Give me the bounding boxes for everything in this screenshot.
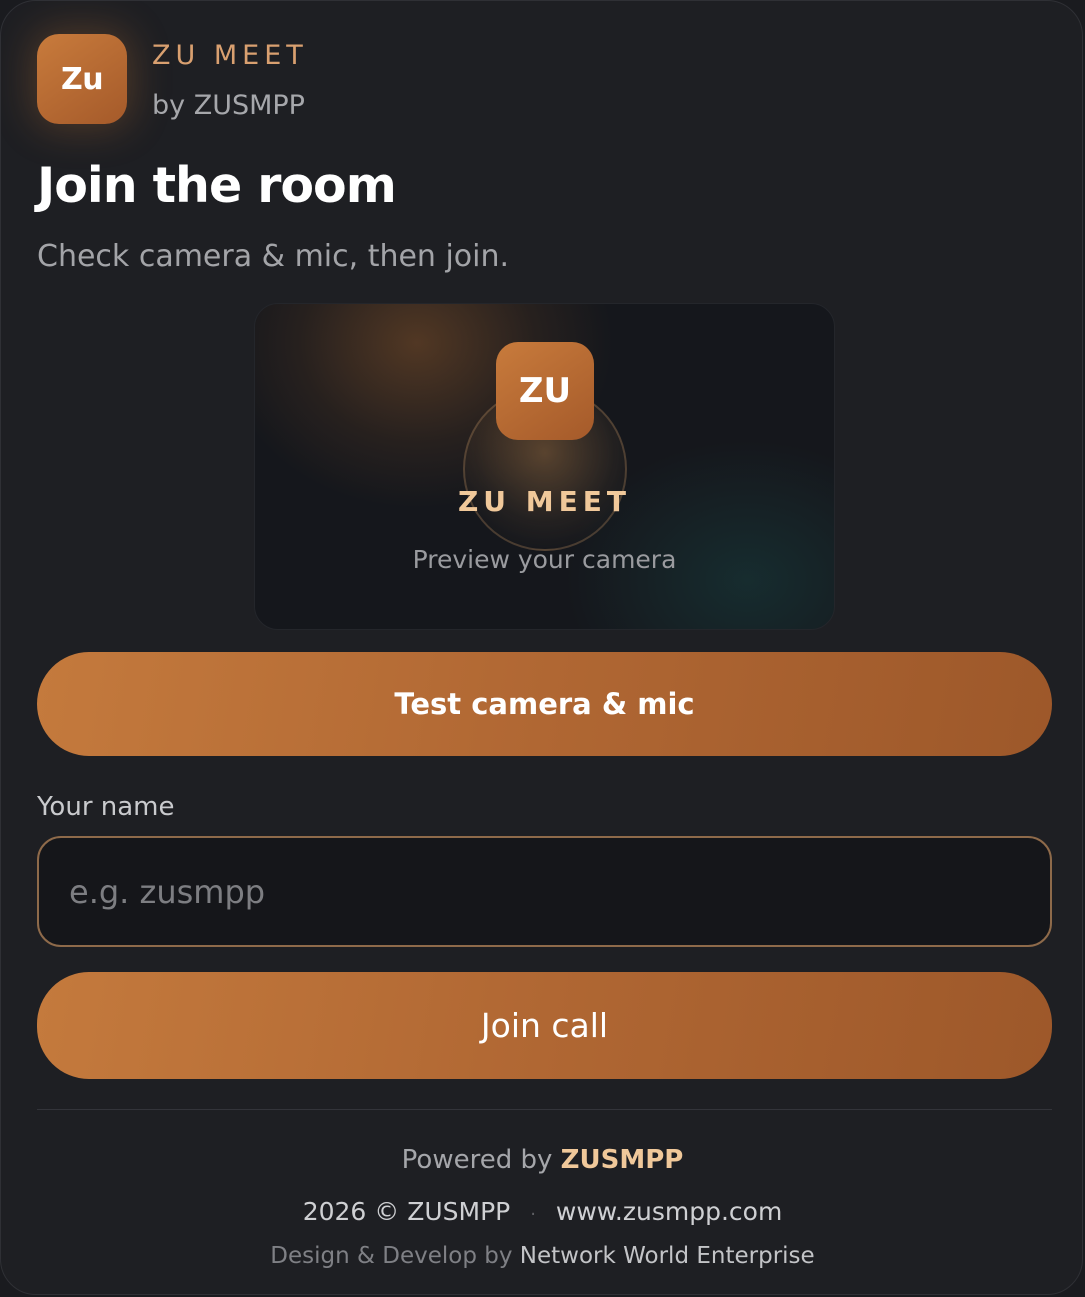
powered-by: Powered by ZUSMPP [1,1141,1082,1179]
brand-logo: Zu [37,34,127,124]
page-title: Join the room [37,157,397,214]
join-card: Zu ZU MEET by ZUSMPP Join the room Check… [0,0,1083,1295]
brand-text: ZU MEET by ZUSMPP [152,38,308,124]
test-camera-mic-button[interactable]: Test camera & mic [37,652,1052,756]
copyright-line: 2026 © ZUSMPP · www.zusmpp.com [1,1194,1082,1233]
powered-by-brand: ZUSMPP [560,1145,684,1175]
brand-byline: by ZUSMPP [152,90,305,121]
name-field-label: Your name [37,792,175,822]
website-link[interactable]: www.zusmpp.com [556,1197,782,1226]
footer-divider [37,1109,1052,1110]
footer-separator: · [530,1204,536,1225]
credit-line: Design & Develop by Network World Enterp… [1,1239,1082,1273]
camera-preview: ZU ZU MEET Preview your camera [254,303,835,630]
preview-brand-name: ZU MEET [457,485,631,518]
copyright-text: 2026 © ZUSMPP [302,1197,511,1226]
credit-company: Network World Enterprise [519,1243,815,1269]
powered-by-prefix: Powered by [401,1145,553,1175]
credit-prefix: Design & Develop by [270,1243,513,1269]
join-call-button[interactable]: Join call [37,972,1052,1079]
preview-logo: ZU [496,342,594,440]
page-subtitle: Check camera & mic, then join. [37,239,510,274]
name-input[interactable] [37,836,1052,947]
brand-header: Zu ZU MEET by ZUSMPP [37,34,308,124]
preview-caption: Preview your camera [412,545,677,574]
brand-name: ZU MEET [152,40,308,71]
